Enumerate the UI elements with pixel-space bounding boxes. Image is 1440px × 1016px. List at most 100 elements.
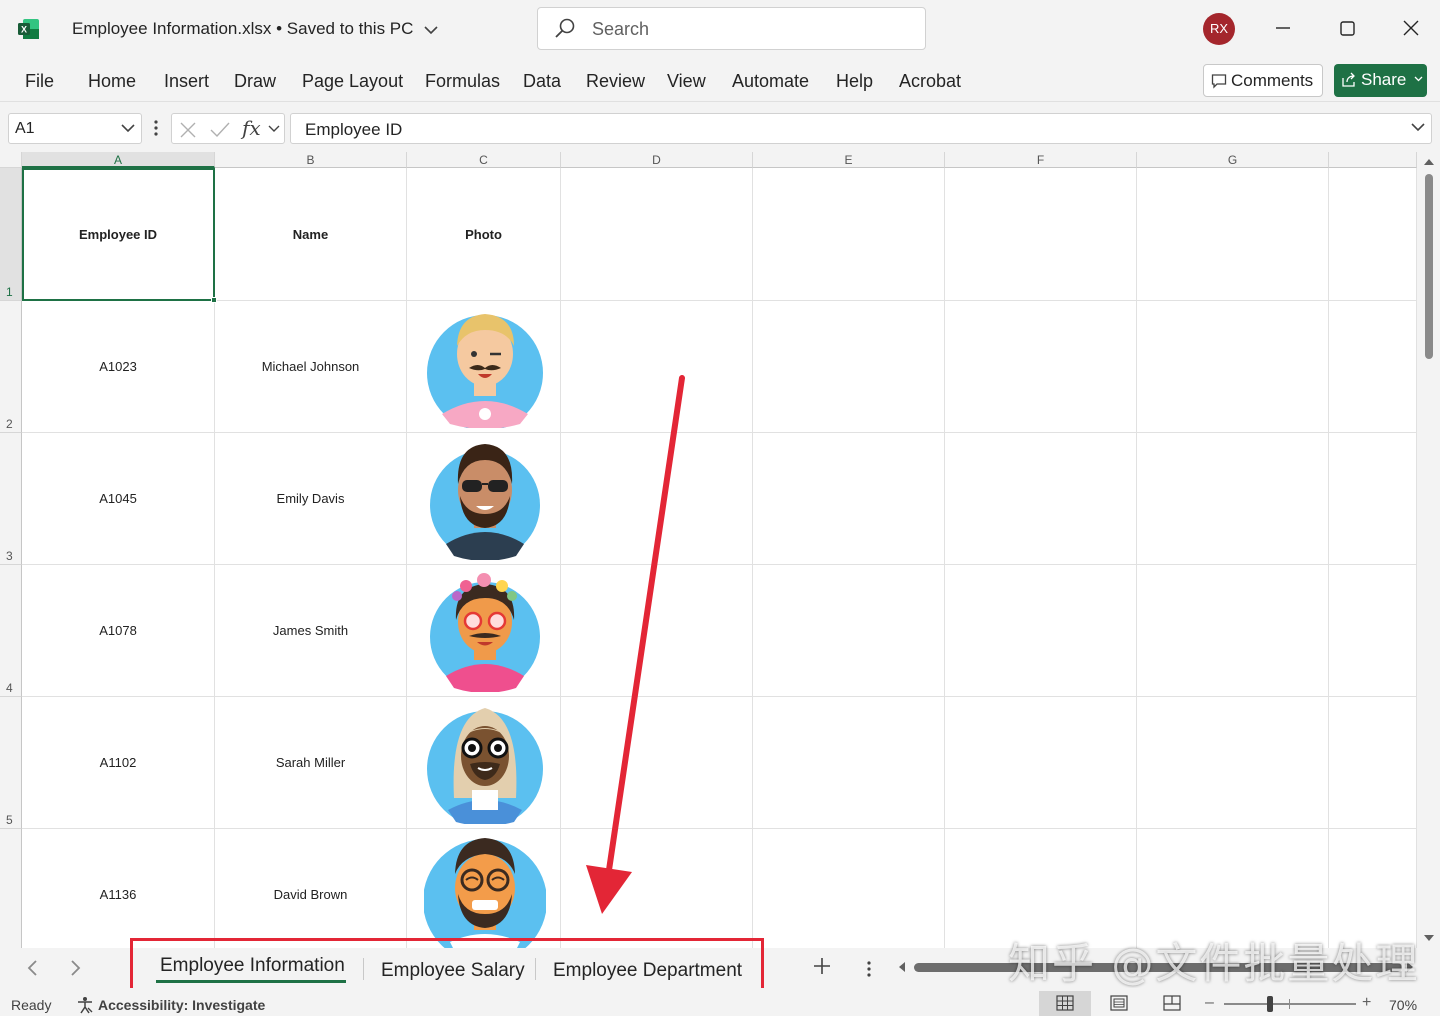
cell-empty[interactable]	[561, 565, 753, 697]
cell-employee-name[interactable]: David Brown	[215, 829, 407, 948]
enter-check-icon[interactable]	[210, 122, 230, 138]
employee-photo-avatar[interactable]	[424, 434, 546, 560]
menu-review[interactable]: Review	[586, 71, 645, 92]
cell-empty[interactable]	[1137, 301, 1329, 433]
menu-draw[interactable]: Draw	[234, 71, 276, 92]
employee-photo-avatar[interactable]	[424, 698, 546, 824]
column-header-g[interactable]: G	[1137, 152, 1329, 168]
more-sheets-icon[interactable]	[866, 960, 872, 978]
zoom-in-icon[interactable]: +	[1362, 994, 1371, 1012]
cell-empty[interactable]	[753, 433, 945, 565]
vertical-scrollbar[interactable]	[1417, 152, 1440, 948]
cell-employee-id[interactable]: A1078	[22, 565, 215, 697]
cell-empty[interactable]	[1329, 301, 1417, 433]
menu-formulas[interactable]: Formulas	[425, 71, 500, 92]
column-header-c[interactable]: C	[407, 152, 561, 168]
scroll-up-icon[interactable]	[1423, 158, 1435, 166]
menu-file[interactable]: File	[25, 71, 54, 92]
cell-employee-name[interactable]: Michael Johnson	[215, 301, 407, 433]
column-header-e[interactable]: E	[753, 152, 945, 168]
cell-empty[interactable]	[561, 697, 753, 829]
cell-empty[interactable]	[1137, 565, 1329, 697]
cell-empty[interactable]	[1329, 433, 1417, 565]
sheet-tab-employee-department[interactable]: Employee Department	[553, 948, 743, 988]
cell-empty[interactable]	[561, 301, 753, 433]
cell-g1[interactable]	[1137, 168, 1329, 301]
cell-empty[interactable]	[1137, 697, 1329, 829]
cell-employee-id[interactable]: A1136	[22, 829, 215, 948]
user-avatar[interactable]: RX	[1203, 13, 1235, 45]
column-header-b[interactable]: B	[215, 152, 407, 168]
cell-empty[interactable]	[945, 697, 1137, 829]
row-header-3[interactable]: 3	[0, 433, 22, 565]
vertical-scroll-thumb[interactable]	[1425, 174, 1433, 359]
employee-photo-avatar[interactable]	[424, 302, 546, 428]
row-header-1[interactable]: 1	[0, 168, 22, 301]
row-header-4[interactable]: 4	[0, 565, 22, 697]
cell-employee-id[interactable]: A1045	[22, 433, 215, 565]
cell-b1[interactable]: Name	[215, 168, 407, 301]
scroll-down-icon[interactable]	[1423, 934, 1435, 942]
cell-empty[interactable]	[945, 433, 1137, 565]
sheet-tab-employee-information[interactable]: Employee Information	[156, 948, 346, 988]
chevron-right-icon[interactable]	[70, 959, 82, 977]
search-box[interactable]: Search	[537, 7, 926, 50]
comments-button[interactable]: Comments	[1203, 64, 1323, 97]
close-icon[interactable]	[1397, 14, 1425, 42]
zoom-slider-track[interactable]	[1224, 1003, 1356, 1005]
cell-empty[interactable]	[561, 433, 753, 565]
cell-empty[interactable]	[753, 301, 945, 433]
employee-photo-avatar[interactable]	[424, 566, 546, 692]
worksheet-grid[interactable]: A B C D E F G 1 2 3 4 5 Employee ID Name…	[0, 152, 1440, 948]
name-box[interactable]: A1	[8, 113, 142, 144]
cell-empty[interactable]	[753, 697, 945, 829]
zoom-level[interactable]: 70%	[1389, 997, 1417, 1013]
zoom-slider-thumb[interactable]	[1267, 996, 1274, 1012]
maximize-icon[interactable]	[1333, 14, 1361, 42]
more-options-icon[interactable]	[153, 118, 159, 138]
menu-help[interactable]: Help	[836, 71, 873, 92]
menu-view[interactable]: View	[667, 71, 706, 92]
cell-empty[interactable]	[561, 829, 753, 948]
cell-employee-name[interactable]: Emily Davis	[215, 433, 407, 565]
excel-app-icon[interactable]: X	[18, 18, 40, 40]
cell-employee-id[interactable]: A1023	[22, 301, 215, 433]
page-break-view-button[interactable]	[1146, 991, 1198, 1016]
row-header-5[interactable]: 5	[0, 697, 22, 829]
accessibility-status[interactable]: Accessibility: Investigate	[76, 996, 265, 1014]
formula-input[interactable]: Employee ID	[290, 113, 1432, 144]
menu-acrobat[interactable]: Acrobat	[899, 71, 961, 92]
share-button[interactable]: Share	[1334, 64, 1427, 97]
scroll-left-icon[interactable]	[898, 961, 906, 973]
row-header-2[interactable]: 2	[0, 301, 22, 433]
column-header-d[interactable]: D	[561, 152, 753, 168]
menu-insert[interactable]: Insert	[164, 71, 209, 92]
insert-function-icon[interactable]: fx	[242, 116, 261, 140]
menu-automate[interactable]: Automate	[732, 71, 809, 92]
page-layout-view-button[interactable]	[1093, 991, 1145, 1016]
document-title[interactable]: Employee Information.xlsx • Saved to thi…	[72, 19, 438, 39]
zoom-out-icon[interactable]: –	[1205, 994, 1214, 1012]
cell-empty[interactable]	[1329, 565, 1417, 697]
cell-empty[interactable]	[1329, 697, 1417, 829]
cell-employee-id[interactable]: A1102	[22, 697, 215, 829]
add-sheet-icon[interactable]	[812, 956, 832, 976]
sheet-tab-employee-salary[interactable]: Employee Salary	[381, 948, 525, 988]
cell-d1[interactable]	[561, 168, 753, 301]
expand-formula-icon[interactable]	[1411, 123, 1425, 132]
column-header-a[interactable]: A	[22, 152, 215, 168]
cell-f1[interactable]	[945, 168, 1137, 301]
cell-empty[interactable]	[945, 301, 1137, 433]
employee-photo-avatar[interactable]	[424, 830, 546, 948]
cancel-icon[interactable]	[180, 122, 196, 138]
cell-employee-name[interactable]: Sarah Miller	[215, 697, 407, 829]
menu-data[interactable]: Data	[523, 71, 561, 92]
cell-c1[interactable]: Photo	[407, 168, 561, 301]
row-header-6[interactable]	[0, 829, 22, 948]
cell-empty[interactable]	[945, 565, 1137, 697]
select-all-corner[interactable]	[0, 152, 22, 168]
cell-empty[interactable]	[1137, 433, 1329, 565]
minimize-icon[interactable]	[1269, 14, 1297, 42]
menu-page-layout[interactable]: Page Layout	[302, 71, 403, 92]
cell-empty[interactable]	[753, 829, 945, 948]
